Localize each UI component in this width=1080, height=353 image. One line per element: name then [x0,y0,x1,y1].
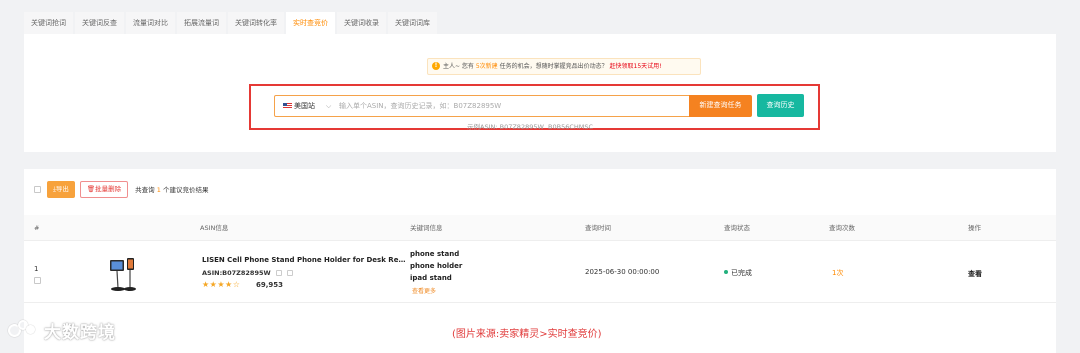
trash-icon: 🗑 [86,184,96,193]
view-more-keywords-link[interactable]: 查看更多 [412,286,436,295]
example-asins: 示例ASIN: B07Z82895W B0B56CHMSC [467,121,593,131]
asin-search-bar: 美国站 ⌵ 新建查询任务 [274,95,752,117]
summary-suffix: 个建议竞价结果 [162,186,209,194]
tab-keyword-index[interactable]: 关键词收录 [337,12,386,34]
view-button[interactable]: 查看 [968,269,982,279]
tab-keyword-reverse[interactable]: 关键词反查 [75,12,124,34]
batch-delete-label: 批量删除 [95,184,122,193]
tab-keyword-conversion[interactable]: 关键词转化率 [228,12,284,34]
tab-keyword-grab[interactable]: 关键词抢词 [24,12,73,34]
export-button[interactable]: ⤓导出 [47,180,75,198]
header-count: 查询次数 [829,224,855,232]
example-asin-values[interactable]: B07Z82895W B0B56CHMSC [500,123,593,131]
copy-icon[interactable] [275,270,282,276]
warning-icon: ! [432,62,440,70]
table-header: # ASIN信息 关键词信息 查询时间 查询状态 查询次数 操作 [24,215,1056,241]
row-checkbox[interactable] [34,277,41,284]
product-asin: ASIN:B07Z82895W [202,269,294,277]
site-selector[interactable]: 美国站 ⌵ [275,96,337,116]
summary-prefix: 共查询 [135,186,155,194]
watermark-text: 大数跨境 [44,323,116,343]
asin-search-input[interactable] [339,98,679,114]
header-query-time: 查询时间 [585,224,611,232]
batch-delete-button[interactable]: 🗑批量删除 [79,180,129,198]
review-count: 69,953 [256,281,284,289]
product-title[interactable]: LISEN Cell Phone Stand Phone Holder for … [202,256,408,264]
keyword-item: phone holder [410,262,463,270]
search-panel: ! 主人~ 您有 5次新建 任务的机会，想随时掌握竞品出价动态？ 赶快领取15天… [24,34,1056,152]
export-label: 导出 [55,184,69,193]
notice-middle: 任务的机会，想随时掌握竞品出价动态？ [499,63,608,70]
example-label: 示例ASIN: [467,123,498,131]
header-status: 查询状态 [724,224,750,232]
tab-realtime-bid[interactable]: 实时查竞价 [286,12,335,34]
asin-value: ASIN:B07Z82895W [202,269,271,277]
results-summary: 共查询 1 个建议竞价结果 [135,184,208,194]
us-flag-icon [283,103,292,109]
status-label: 已完成 [731,269,752,277]
keyword-item: phone stand [410,250,460,258]
tab-bar: 关键词抢词 关键词反查 流量词对比 拓展流量词 关键词转化率 实时查竞价 关键词… [24,12,439,34]
watermark-logo-icon [8,319,38,342]
notice-prefix: 主人~ 您有 [443,63,474,70]
trial-notice: ! 主人~ 您有 5次新建 任务的机会，想随时掌握竞品出价动态？ 赶快领取15天… [427,58,701,75]
results-toolbar: ⤓导出 🗑批量删除 共查询 1 个建议竞价结果 [34,180,208,198]
header-keywords: 关键词信息 [410,224,443,232]
image-source-caption: (图片来源:卖家精灵>实时查竞价) [452,329,602,340]
keyword-item: ipad stand [410,274,452,282]
product-thumbnail[interactable] [106,255,142,293]
header-actions: 操作 [968,224,981,232]
row-index: 1 [34,265,39,273]
table-row: 1 LISEN Cell Phone Stand Phone Holder fo… [24,241,1056,303]
query-status: 已完成 [724,268,752,278]
status-dot-icon [724,270,728,274]
trial-link[interactable]: 赶快领取15天试用! [610,63,662,70]
query-count: 1次 [832,269,844,277]
rating-stars: ★★★★☆ [202,280,241,289]
summary-count: 1 [156,186,161,194]
select-all-checkbox[interactable] [34,185,41,193]
watermark: 大数跨境 [8,318,116,343]
header-index: # [34,224,40,232]
tab-keyword-library[interactable]: 关键词词库 [388,12,437,34]
header-asin: ASIN信息 [200,224,229,232]
external-link-icon[interactable] [287,270,294,276]
notice-count: 5次新建 [475,63,498,70]
chevron-down-icon: ⌵ [326,102,332,110]
new-query-task-button[interactable]: 新建查询任务 [689,95,752,117]
query-time: 2025-06-30 00:00:00 [585,268,660,276]
tab-traffic-compare[interactable]: 流量词对比 [126,12,175,34]
tab-expand-traffic[interactable]: 拓展流量词 [177,12,226,34]
site-label: 美国站 [294,102,315,110]
query-history-button[interactable]: 查询历史 [757,94,804,117]
